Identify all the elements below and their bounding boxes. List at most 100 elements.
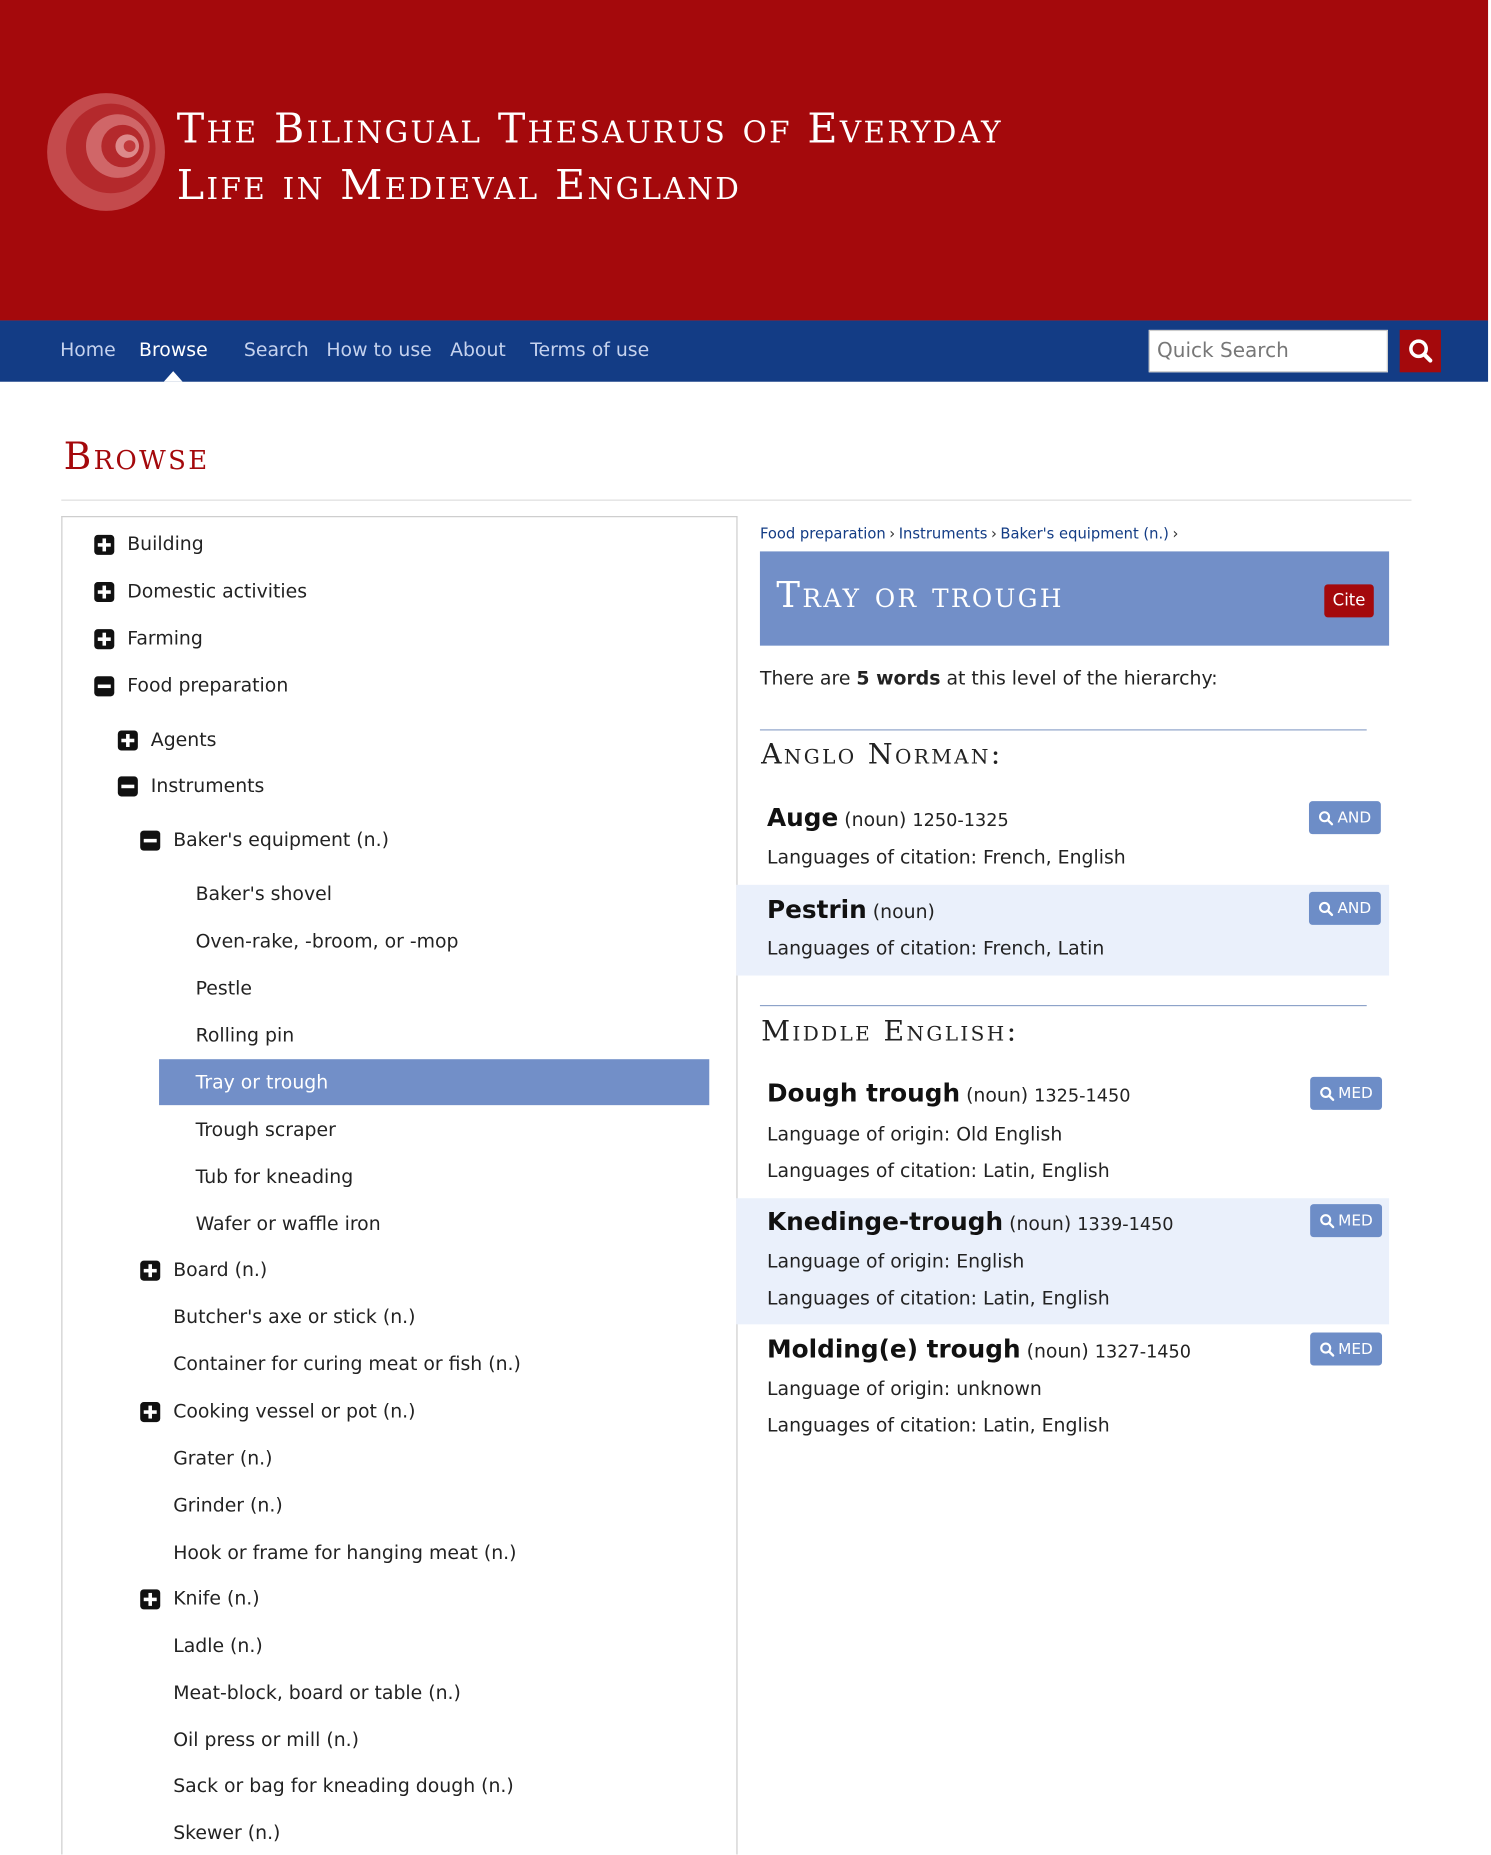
tree-item-rolling-pin[interactable]: Rolling pin <box>196 1024 295 1046</box>
concept-title: Tray or trough <box>776 574 1064 617</box>
tree-item-cooking-vessel[interactable]: Cooking vessel or pot (n.) <box>173 1400 415 1422</box>
nav-about[interactable]: About <box>450 338 506 360</box>
and-label: AND <box>1337 808 1372 827</box>
search-icon <box>1319 1086 1335 1101</box>
chevron-right-icon: › <box>990 524 997 542</box>
tree-item-oil-press[interactable]: Oil press or mill (n.) <box>173 1728 359 1750</box>
site-title-line-2: Life in Medieval England <box>176 162 742 210</box>
and-lookup-button[interactable]: AND <box>1308 801 1381 835</box>
breadcrumb-bakers-equipment[interactable]: Baker's equipment (n.) <box>1000 524 1169 542</box>
expand-icon[interactable] <box>94 629 115 650</box>
collapse-icon[interactable] <box>140 830 161 851</box>
site-title-line-1: The Bilingual Thesaurus of Everyday <box>176 106 1003 154</box>
cite-button[interactable]: Cite <box>1324 584 1374 618</box>
count-prefix: There are <box>759 666 851 690</box>
tree-item-instruments[interactable]: Instruments <box>151 774 265 796</box>
tree-item-butchers-axe[interactable]: Butcher's axe or stick (n.) <box>173 1305 415 1327</box>
citation-languages: Languages of citation: Latin, English <box>767 1286 1110 1309</box>
section-divider <box>759 729 1367 731</box>
search-icon <box>1319 1213 1335 1228</box>
part-of-speech: (noun) <box>1026 1339 1089 1362</box>
nav-terms-of-use[interactable]: Terms of use <box>530 338 649 360</box>
search-icon <box>1319 901 1334 916</box>
med-lookup-button[interactable]: MED <box>1310 1204 1383 1238</box>
section-heading-middle-english: Middle English: <box>761 1014 1019 1048</box>
med-label: MED <box>1338 1084 1373 1103</box>
word-dough-trough[interactable]: Dough trough <box>767 1079 960 1107</box>
active-nav-caret <box>163 371 183 382</box>
med-label: MED <box>1338 1340 1373 1358</box>
tree-item-container-for-curing[interactable]: Container for curing meat or fish (n.) <box>173 1353 521 1375</box>
tree-item-knife[interactable]: Knife (n.) <box>173 1587 259 1609</box>
tree-item-hook-or-frame[interactable]: Hook or frame for hanging meat (n.) <box>173 1541 516 1563</box>
and-lookup-button[interactable]: AND <box>1308 891 1381 925</box>
date-range: 1325-1450 <box>1034 1085 1131 1107</box>
word-knedinge-trough[interactable]: Knedinge-trough <box>767 1208 1003 1236</box>
tree-item-bakers-shovel[interactable]: Baker's shovel <box>196 882 332 904</box>
breadcrumb-instruments[interactable]: Instruments <box>899 524 988 542</box>
hierarchy-tree-panel <box>61 516 738 1855</box>
citation-languages: Languages of citation: Latin, English <box>767 1159 1110 1182</box>
med-label: MED <box>1338 1211 1373 1230</box>
tree-item-bakers-equipment[interactable]: Baker's equipment (n.) <box>173 828 389 850</box>
tree-item-grater[interactable]: Grater (n.) <box>173 1447 272 1469</box>
word-moldinge-trough[interactable]: Molding(e) trough <box>767 1335 1021 1363</box>
expand-icon[interactable] <box>117 730 138 751</box>
med-lookup-button[interactable]: MED <box>1310 1332 1383 1366</box>
origin-language: Language of origin: unknown <box>767 1377 1042 1400</box>
nav-browse[interactable]: Browse <box>139 338 208 360</box>
expand-icon[interactable] <box>140 1402 161 1423</box>
spiral-logo-icon[interactable] <box>45 91 168 214</box>
citation-languages: Languages of citation: French, English <box>767 845 1126 869</box>
section-heading-anglo-norman: Anglo Norman: <box>761 737 1003 771</box>
word-count-text: There are 5 words at this level of the h… <box>760 667 1218 689</box>
tree-item-tub-for-kneading[interactable]: Tub for kneading <box>196 1165 354 1187</box>
tree-item-pestle[interactable]: Pestle <box>196 977 252 999</box>
quick-search-input[interactable] <box>1148 329 1388 373</box>
nav-how-to-use[interactable]: How to use <box>326 338 431 360</box>
search-icon <box>1319 1341 1335 1357</box>
site-title[interactable]: The Bilingual Thesaurus of Everyday Life… <box>177 101 1003 214</box>
tree-item-wafer-or-waffle-iron[interactable]: Wafer or waffle iron <box>196 1212 381 1234</box>
tree-item-agents[interactable]: Agents <box>151 728 217 750</box>
collapse-icon[interactable] <box>94 676 115 697</box>
nav-home[interactable]: Home <box>60 338 116 360</box>
part-of-speech: (noun) <box>872 900 935 923</box>
date-range: 1327-1450 <box>1094 1340 1192 1362</box>
word-auge[interactable]: Auge <box>767 804 838 832</box>
concept-header: Tray or trough Cite <box>759 551 1390 646</box>
entry-headline: Dough trough (noun) 1325-1450 <box>767 1079 1130 1107</box>
quick-search-button[interactable] <box>1399 329 1441 373</box>
tree-item-oven-rake[interactable]: Oven-rake, -broom, or -mop <box>196 930 459 952</box>
tree-item-tray-or-trough[interactable]: Tray or trough <box>196 1071 329 1093</box>
tree-item-food-preparation[interactable]: Food preparation <box>127 674 288 696</box>
and-label: AND <box>1337 899 1372 918</box>
nav-search[interactable]: Search <box>244 338 309 360</box>
tree-item-farming[interactable]: Farming <box>127 627 203 649</box>
citation-languages: Languages of citation: French, Latin <box>767 936 1105 960</box>
count-suffix: at this level of the hierarchy: <box>946 666 1218 690</box>
expand-icon[interactable] <box>94 534 115 555</box>
tree-item-skewer[interactable]: Skewer (n.) <box>173 1821 280 1843</box>
part-of-speech: (noun) <box>1009 1212 1072 1235</box>
heading-divider <box>61 499 1412 501</box>
tree-item-sack-or-bag[interactable]: Sack or bag for kneading dough (n.) <box>173 1774 514 1796</box>
expand-icon[interactable] <box>94 582 115 603</box>
tree-item-trough-scraper[interactable]: Trough scraper <box>196 1118 336 1140</box>
breadcrumb-food-preparation[interactable]: Food preparation <box>760 524 886 542</box>
count-bold: 5 words <box>856 666 941 690</box>
tree-item-ladle[interactable]: Ladle (n.) <box>173 1634 263 1656</box>
collapse-icon[interactable] <box>117 776 138 797</box>
word-pestrin[interactable]: Pestrin <box>767 895 867 923</box>
citation-languages: Languages of citation: Latin, English <box>767 1413 1110 1437</box>
tree-item-building[interactable]: Building <box>127 533 203 555</box>
med-lookup-button[interactable]: MED <box>1310 1076 1383 1110</box>
tree-item-grinder[interactable]: Grinder (n.) <box>173 1494 282 1516</box>
date-range: 1250-1325 <box>912 809 1009 831</box>
tree-item-board[interactable]: Board (n.) <box>173 1258 267 1280</box>
tree-item-meat-block[interactable]: Meat-block, board or table (n.) <box>173 1681 461 1703</box>
tree-item-domestic-activities[interactable]: Domestic activities <box>127 580 307 602</box>
expand-icon[interactable] <box>140 1260 161 1281</box>
breadcrumb: Food preparation › Instruments › Baker's equ… <box>760 524 1182 542</box>
expand-icon[interactable] <box>140 1589 161 1610</box>
